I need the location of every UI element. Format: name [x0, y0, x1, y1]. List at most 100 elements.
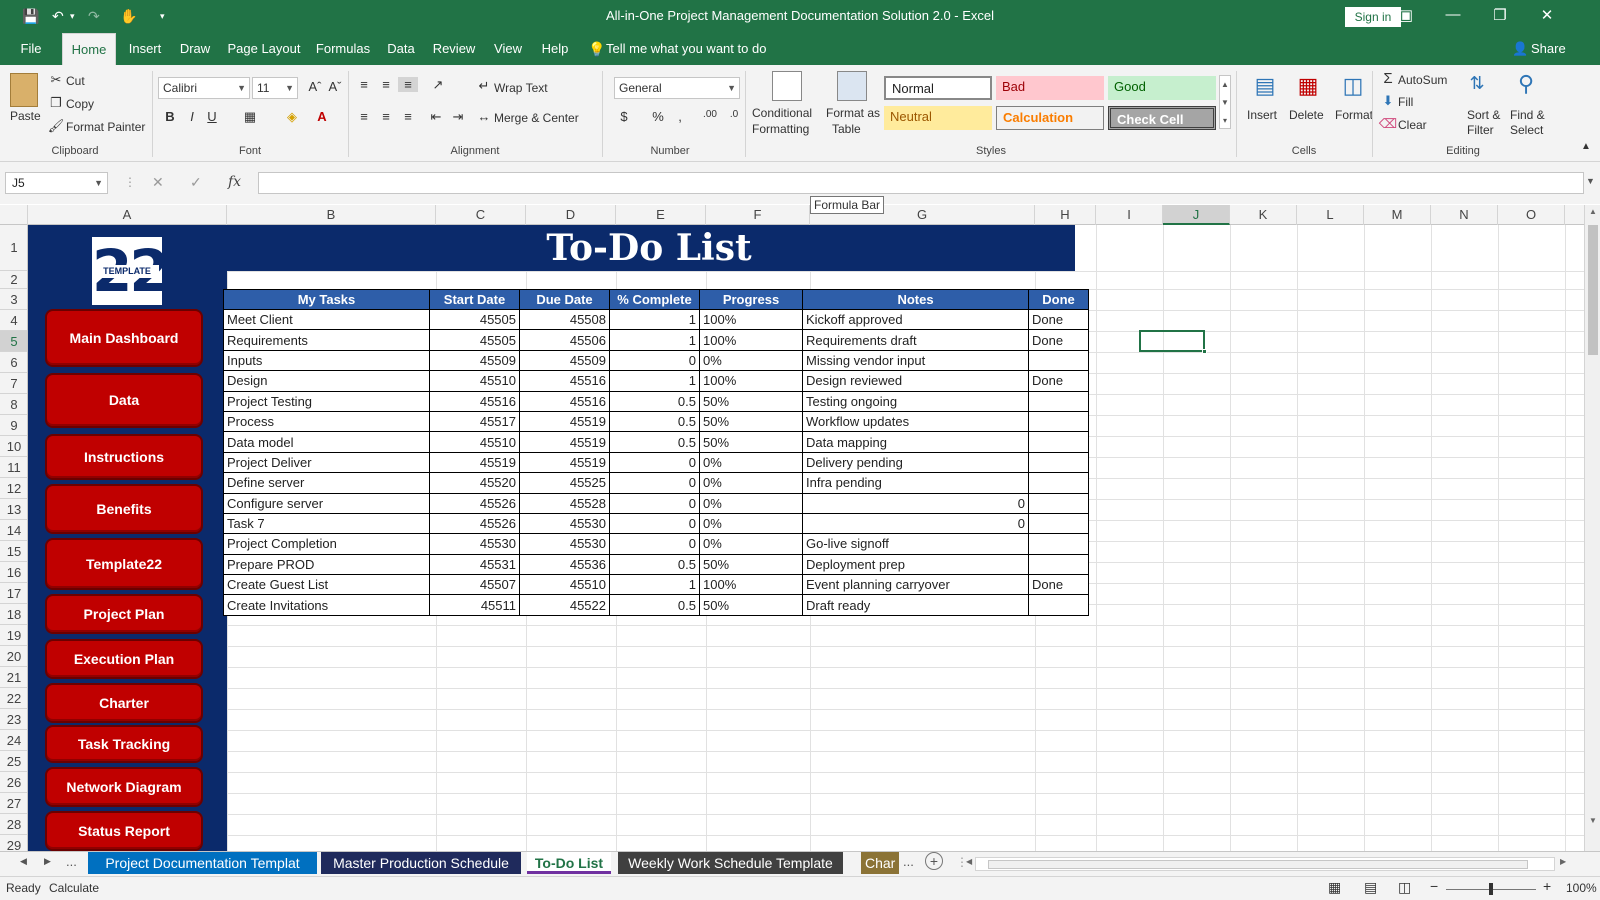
done-cell[interactable] — [1028, 492, 1089, 514]
column-header[interactable]: C — [436, 205, 526, 225]
zoom-slider-thumb[interactable] — [1489, 883, 1493, 895]
task-cell[interactable]: Process — [223, 410, 430, 433]
task-cell[interactable]: Task 7 — [223, 512, 430, 535]
row-header[interactable]: 7 — [0, 373, 27, 394]
due-date-cell[interactable]: 45519 — [519, 451, 610, 474]
worksheet-grid[interactable]: 22 TEMPLATE Main Dashboard Data Instruct… — [28, 225, 1584, 851]
nav-template22-button[interactable]: Template22 — [45, 538, 203, 590]
tell-me-search[interactable]: Tell me what you want to do — [606, 33, 766, 65]
done-cell[interactable] — [1028, 472, 1089, 494]
header-done[interactable]: Done — [1028, 289, 1089, 310]
notes-cell[interactable]: Data mapping — [802, 431, 1029, 453]
percent-complete-cell[interactable]: 1 — [609, 370, 700, 392]
ribbon-display-icon[interactable]: ▣ — [1396, 6, 1416, 24]
done-cell[interactable] — [1028, 410, 1089, 433]
nav-network-diagram-button[interactable]: Network Diagram — [45, 767, 203, 807]
sheet-tab-master-production-schedule[interactable]: Master Production Schedule — [321, 852, 521, 874]
percent-complete-cell[interactable]: 0 — [609, 451, 700, 474]
due-date-cell[interactable]: 45528 — [519, 492, 610, 514]
find-select-button[interactable]: Find & — [1510, 108, 1545, 122]
header-percent-complete[interactable]: % Complete — [609, 289, 700, 310]
column-header[interactable]: E — [616, 205, 706, 225]
task-cell[interactable]: Requirements — [223, 329, 430, 351]
percent-complete-cell[interactable]: 0 — [609, 492, 700, 514]
row-header[interactable]: 22 — [0, 688, 27, 709]
start-date-cell[interactable]: 45531 — [429, 553, 520, 576]
row-header[interactable]: 21 — [0, 667, 27, 688]
row-header[interactable]: 14 — [0, 520, 27, 541]
progress-cell[interactable]: 0% — [699, 512, 803, 535]
expand-formula-icon[interactable]: ▼ — [1586, 176, 1595, 186]
tab-insert[interactable]: Insert — [122, 33, 168, 65]
due-date-cell[interactable]: 45516 — [519, 370, 610, 392]
align-bottom-icon[interactable]: ≡ — [398, 77, 418, 92]
notes-cell[interactable]: Requirements draft — [802, 329, 1029, 351]
align-top-icon[interactable]: ≡ — [354, 77, 374, 92]
percent-complete-cell[interactable]: 0 — [609, 533, 700, 555]
currency-icon[interactable]: $ — [614, 109, 634, 124]
row-header[interactable]: 20 — [0, 646, 27, 667]
sheet-tab-weekly-work-schedule[interactable]: Weekly Work Schedule Template — [618, 852, 843, 874]
row-header[interactable]: 13 — [0, 499, 27, 520]
style-good[interactable]: Good — [1108, 76, 1216, 100]
conditional-formatting-button[interactable]: Conditional — [752, 106, 812, 120]
nav-project-plan-button[interactable]: Project Plan — [45, 594, 203, 634]
share-button[interactable]: Share — [1531, 33, 1566, 65]
header-progress[interactable]: Progress — [699, 289, 803, 310]
start-date-cell[interactable]: 45507 — [429, 574, 520, 596]
scroll-right-icon[interactable]: ▶ — [1560, 857, 1566, 866]
done-cell[interactable]: Done — [1028, 370, 1089, 392]
row-header[interactable]: 9 — [0, 415, 27, 436]
progress-cell[interactable]: 0% — [699, 533, 803, 555]
due-date-cell[interactable]: 45508 — [519, 308, 610, 331]
orientation-icon[interactable]: ↗ — [428, 77, 448, 93]
task-cell[interactable]: Define server — [223, 472, 430, 494]
row-header[interactable]: 16 — [0, 562, 27, 583]
notes-cell[interactable]: Workflow updates — [802, 410, 1029, 433]
progress-cell[interactable]: 100% — [699, 574, 803, 596]
nav-instructions-button[interactable]: Instructions — [45, 434, 203, 480]
styles-scroll-icon[interactable]: ▲ ▼ ▾ — [1219, 75, 1231, 129]
notes-cell[interactable]: Testing ongoing — [802, 390, 1029, 412]
start-date-cell[interactable]: 45505 — [429, 329, 520, 351]
cut-button[interactable]: Cut — [66, 74, 85, 88]
row-header[interactable]: 18 — [0, 604, 27, 625]
percent-complete-cell[interactable]: 0 — [609, 512, 700, 535]
notes-cell[interactable]: 0 — [802, 512, 1029, 535]
start-date-cell[interactable]: 45511 — [429, 594, 520, 616]
tab-page-layout[interactable]: Page Layout — [224, 33, 304, 65]
align-center-icon[interactable]: ≡ — [376, 109, 396, 124]
fill-color-icon[interactable]: ◈ — [282, 109, 302, 125]
percent-icon[interactable]: % — [648, 109, 668, 124]
percent-complete-cell[interactable]: 0.5 — [609, 390, 700, 412]
paste-icon[interactable] — [10, 73, 38, 107]
nav-data-button[interactable]: Data — [45, 373, 203, 428]
start-date-cell[interactable]: 45510 — [429, 431, 520, 453]
selected-cell-j5[interactable] — [1139, 330, 1207, 354]
start-date-cell[interactable]: 45516 — [429, 390, 520, 412]
notes-cell[interactable]: Delivery pending — [802, 451, 1029, 474]
horizontal-scroll-thumb[interactable] — [988, 860, 1528, 869]
row-header[interactable]: 23 — [0, 709, 27, 730]
notes-cell[interactable]: Missing vendor input — [802, 349, 1029, 372]
column-header[interactable]: F — [706, 205, 810, 225]
italic-icon[interactable]: I — [182, 109, 202, 124]
progress-cell[interactable]: 50% — [699, 431, 803, 453]
close-icon[interactable]: ✕ — [1537, 6, 1557, 24]
done-cell[interactable] — [1028, 553, 1089, 576]
start-date-cell[interactable]: 45505 — [429, 308, 520, 331]
tab-formulas[interactable]: Formulas — [312, 33, 374, 65]
number-format-dropdown[interactable]: General ▼ — [614, 77, 740, 99]
row-header[interactable]: 17 — [0, 583, 27, 604]
row-header[interactable]: 28 — [0, 814, 27, 835]
style-bad[interactable]: Bad — [996, 76, 1104, 100]
scroll-down-icon[interactable]: ▼ — [1589, 816, 1597, 825]
bold-icon[interactable]: B — [160, 109, 180, 124]
comma-icon[interactable]: , — [670, 109, 690, 124]
collapse-ribbon-icon[interactable]: ▲ — [1576, 141, 1596, 152]
sheet-tab-todo-list[interactable]: To-Do List — [527, 852, 611, 874]
row-header[interactable]: 15 — [0, 541, 27, 562]
task-cell[interactable]: Meet Client — [223, 308, 430, 331]
header-start-date[interactable]: Start Date — [429, 289, 520, 310]
horizontal-scrollbar[interactable] — [975, 857, 1555, 871]
